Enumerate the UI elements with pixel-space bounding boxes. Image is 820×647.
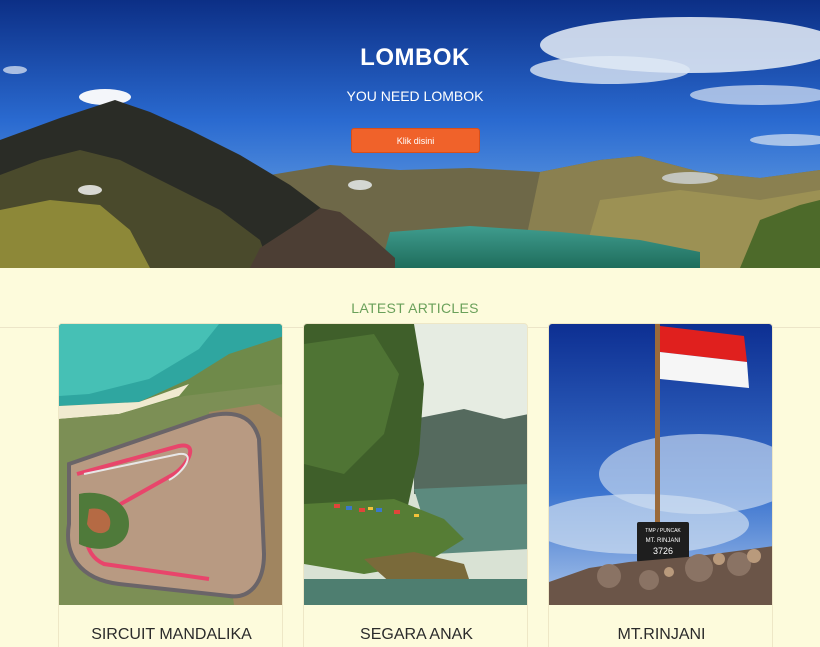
article-card-segara-anak[interactable]: SEGARA ANAK — [303, 323, 528, 647]
mandalika-circuit-image — [59, 324, 282, 605]
hero-banner: LOMBOK YOU NEED LOMBOK Klik disini — [0, 0, 820, 268]
article-card-mandalika[interactable]: SIRCUIT MANDALIKA — [58, 323, 283, 647]
article-title[interactable]: SIRCUIT MANDALIKA — [59, 626, 282, 644]
article-card-rinjani[interactable]: TMP / PUNCAK MT. RINJANI 3726 MT.RINJANI — [548, 323, 773, 647]
svg-text:MT. RINJANI: MT. RINJANI — [646, 538, 681, 544]
svg-text:3726: 3726 — [653, 546, 673, 556]
hero-subtitle: YOU NEED LOMBOK — [346, 88, 484, 104]
rinjani-summit-image: TMP / PUNCAK MT. RINJANI 3726 — [549, 324, 772, 605]
svg-text:TMP / PUNCAK: TMP / PUNCAK — [645, 528, 681, 534]
hero-title: LOMBOK — [360, 44, 470, 71]
segara-anak-lake-image — [304, 324, 527, 605]
latest-articles-heading: LATEST ARTICLES — [351, 300, 479, 316]
article-title[interactable]: MT.RINJANI — [549, 626, 772, 644]
hero-cta-button[interactable]: Klik disini — [351, 128, 480, 153]
article-title[interactable]: SEGARA ANAK — [304, 626, 527, 644]
